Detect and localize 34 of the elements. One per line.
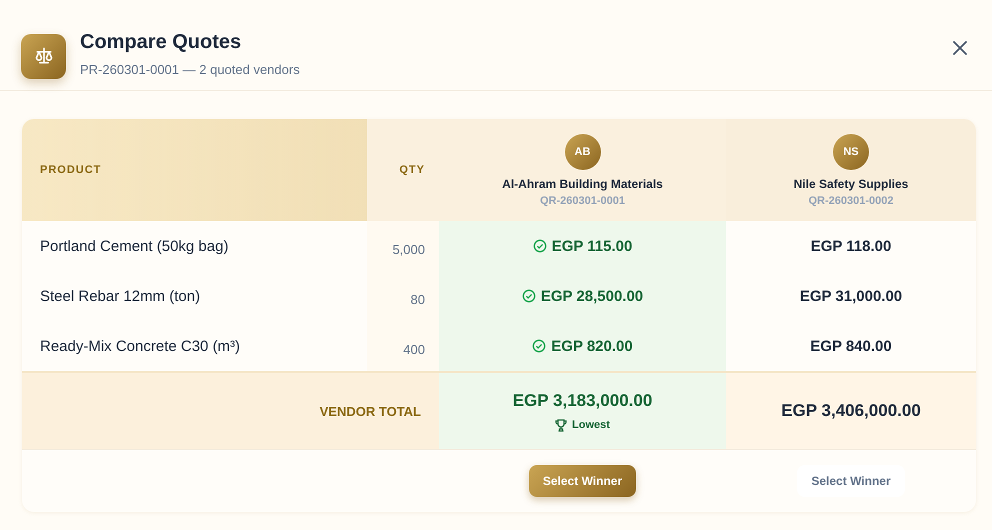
price: EGP 115.00 [552,238,632,254]
price: EGP 820.00 [551,338,633,354]
product-name: Steel Rebar 12mm (ton) [40,288,200,304]
dialog-title: Compare Quotes [80,31,242,54]
scales-icon [21,34,66,78]
quote-number: QR-260301-0002 [808,194,894,206]
price: EGP 840.00 [810,338,892,354]
total-label: VENDOR TOTAL [320,404,421,418]
trophy-icon [555,418,568,432]
vendor-total: EGP 3,183,000.00 [512,390,652,410]
vendor-name: Nile Safety Supplies [794,176,908,190]
product-name: Portland Cement (50kg bag) [40,238,228,254]
column-header: PRODUCT [22,119,367,221]
quote-number: QR-260301-0001 [540,194,625,206]
vendor-avatar: NS [833,134,869,170]
lowest-label: Lowest [572,419,610,431]
check-circle-icon [522,289,536,303]
vendor-avatar: AB [564,134,600,170]
column-header: QTY [367,119,439,221]
close-button[interactable] [950,38,970,58]
vendor-total: EGP 3,406,000.00 [781,401,921,421]
select-winner-button[interactable]: Select Winner [528,465,636,497]
price: EGP 31,000.00 [800,288,902,304]
quantity: 5,000 [392,242,425,256]
price: EGP 118.00 [810,238,892,254]
price: EGP 28,500.00 [540,288,644,304]
quantity: 400 [403,342,425,356]
select-winner-button[interactable]: Select Winner [797,465,905,497]
vendor-name: Al-Ahram Building Materials [502,176,663,190]
check-circle-icon [532,239,547,253]
product-name: Ready-Mix Concrete C30 (m³) [40,338,240,354]
quantity: 80 [410,292,425,306]
check-circle-icon [532,339,546,353]
dialog-subtitle: PR-260301-0001 — 2 quoted vendors [80,62,301,77]
